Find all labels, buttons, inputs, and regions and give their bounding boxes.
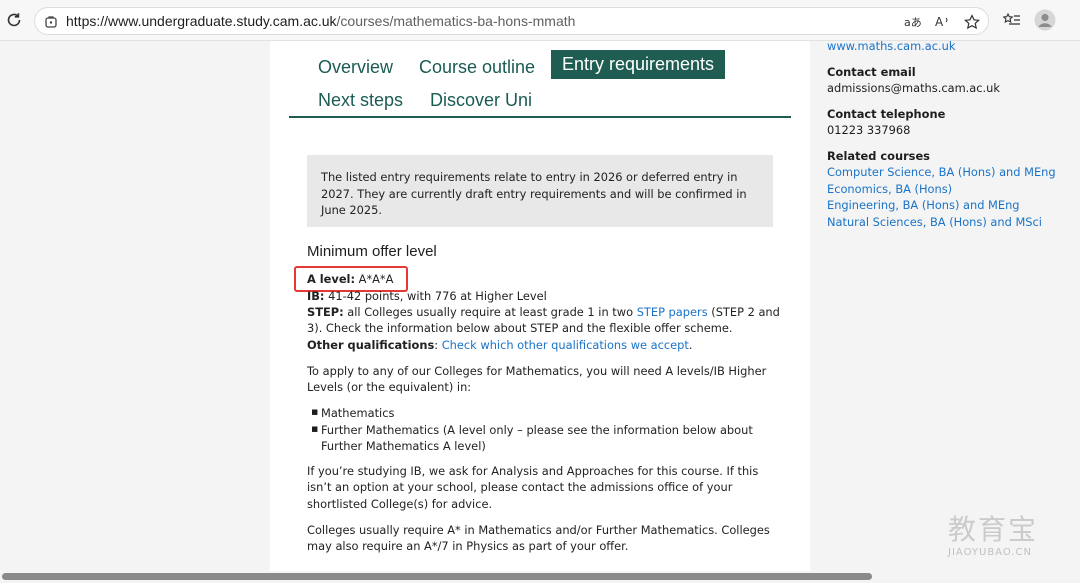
- draft-notice: The listed entry requirements relate to …: [307, 155, 773, 227]
- step-line: STEP: all Colleges usually require at le…: [307, 304, 780, 321]
- watermark-logo: 教育宝: [948, 513, 1039, 546]
- tab-overview[interactable]: Overview: [318, 57, 393, 78]
- address-bar[interactable]: https://www.undergraduate.study.cam.ac.u…: [34, 7, 989, 35]
- notice-line-3: June 2025.: [321, 203, 383, 217]
- svg-text:aあ: aあ: [904, 16, 922, 29]
- notice-line-1: The listed entry requirements relate to …: [321, 170, 738, 184]
- favorite-star-icon[interactable]: [962, 12, 982, 32]
- related-courses-heading: Related courses: [827, 149, 930, 163]
- tab-entry-requirements[interactable]: Entry requirements: [551, 50, 726, 79]
- contact-email-value: admissions@maths.cam.ac.uk: [827, 81, 1000, 95]
- tab-course-outline[interactable]: Course outline: [419, 57, 535, 78]
- contact-telephone-heading: Contact telephone: [827, 107, 946, 121]
- related-course-link: Engineering, BA (Hons) and MEng: [827, 197, 1020, 214]
- horizontal-scrollbar[interactable]: [0, 571, 1080, 583]
- bullet-marker: ▪: [311, 422, 319, 435]
- notice-line-2: 2027. They are currently draft entry req…: [321, 186, 747, 201]
- tab-underline: [289, 116, 791, 118]
- favorites-list-icon[interactable]: [1000, 8, 1024, 32]
- minimum-offer-heading: Minimum offer level: [307, 243, 437, 260]
- related-course-computer-science[interactable]: Computer Science, BA (Hons) and MEng: [827, 165, 1056, 179]
- watermark-url: JIAOYUBAO.CN: [948, 547, 1032, 558]
- read-aloud-icon[interactable]: A: [933, 12, 953, 32]
- subject-further-maths-line-2: Further Mathematics A level): [321, 439, 486, 453]
- url-path: /courses/mathematics-ba-hons-mmath: [336, 13, 576, 29]
- colleges-info-line-1: Colleges usually require A* in Mathemati…: [307, 523, 770, 537]
- apply-line-2: Levels (or the equivalent) in:: [307, 380, 472, 394]
- profile-avatar[interactable]: [1033, 8, 1057, 32]
- refresh-icon[interactable]: [2, 8, 26, 32]
- url-host: https://www.undergraduate.study.cam.ac.u…: [66, 13, 337, 29]
- contact-email-heading: Contact email: [827, 65, 916, 79]
- subject-further-maths-line-1: Further Mathematics (A level only – plea…: [321, 423, 753, 437]
- ib-info-line-3: shortlisted College(s) for advice.: [307, 497, 493, 511]
- related-course-engineering[interactable]: Engineering, BA (Hons) and MEng: [827, 198, 1020, 212]
- other-qualifications-label: Other qualifications: [307, 338, 435, 352]
- related-course-economics[interactable]: Economics, BA (Hons): [827, 182, 952, 196]
- subject-mathematics: Mathematics: [321, 406, 395, 420]
- ib-line: IB: 41-42 points, with 776 at Higher Lev…: [307, 288, 547, 305]
- tab-next-steps[interactable]: Next steps: [318, 90, 403, 111]
- ib-info-line-1: If you’re studying IB, we ask for Analys…: [307, 464, 759, 478]
- step-text-1: all Colleges usually require at least gr…: [343, 305, 637, 319]
- related-course-natural-sciences[interactable]: Natural Sciences, BA (Hons) and MSci: [827, 215, 1042, 229]
- step-text-2: (STEP 2 and: [707, 305, 780, 319]
- ib-label: IB:: [307, 289, 325, 303]
- step-papers-link[interactable]: STEP papers: [637, 305, 708, 319]
- svg-text:A: A: [935, 15, 944, 29]
- step-line-2: 3). Check the information below about ST…: [307, 321, 733, 335]
- bullet-marker: ▪: [311, 405, 319, 418]
- ib-value: 41-42 points, with 776 at Higher Level: [324, 289, 547, 303]
- related-course-link: Natural Sciences, BA (Hons) and MSci: [827, 214, 1042, 231]
- site-info-icon[interactable]: [41, 12, 61, 32]
- url-text[interactable]: https://www.undergraduate.study.cam.ac.u…: [66, 13, 575, 29]
- ib-info-line-2: isn’t an option at your school, please c…: [307, 480, 733, 494]
- apply-line-1: To apply to any of our Colleges for Math…: [307, 364, 767, 378]
- sidebar-website: www.maths.cam.ac.uk: [827, 38, 955, 55]
- tab-discover-uni[interactable]: Discover Uni: [430, 90, 532, 111]
- browser-toolbar: https://www.undergraduate.study.cam.ac.u…: [0, 0, 1080, 41]
- step-label: STEP:: [307, 305, 344, 319]
- related-course-link: Economics, BA (Hons): [827, 181, 952, 198]
- other-qualifications-sep: :: [434, 338, 442, 352]
- colleges-info-line-2: may also require an A*/7 in Physics as p…: [307, 539, 629, 553]
- contact-telephone-value: 01223 337968: [827, 123, 911, 137]
- translate-icon[interactable]: aあ: [903, 12, 923, 32]
- other-qualifications-end: .: [688, 338, 693, 352]
- related-course-link: Computer Science, BA (Hons) and MEng: [827, 164, 1056, 181]
- website-link[interactable]: www.maths.cam.ac.uk: [827, 39, 955, 53]
- other-qualifications-link[interactable]: Check which other qualifications we acce…: [442, 338, 689, 352]
- scrollbar-thumb[interactable]: [2, 573, 872, 580]
- other-qualifications-line: Other qualifications: Check which other …: [307, 337, 692, 354]
